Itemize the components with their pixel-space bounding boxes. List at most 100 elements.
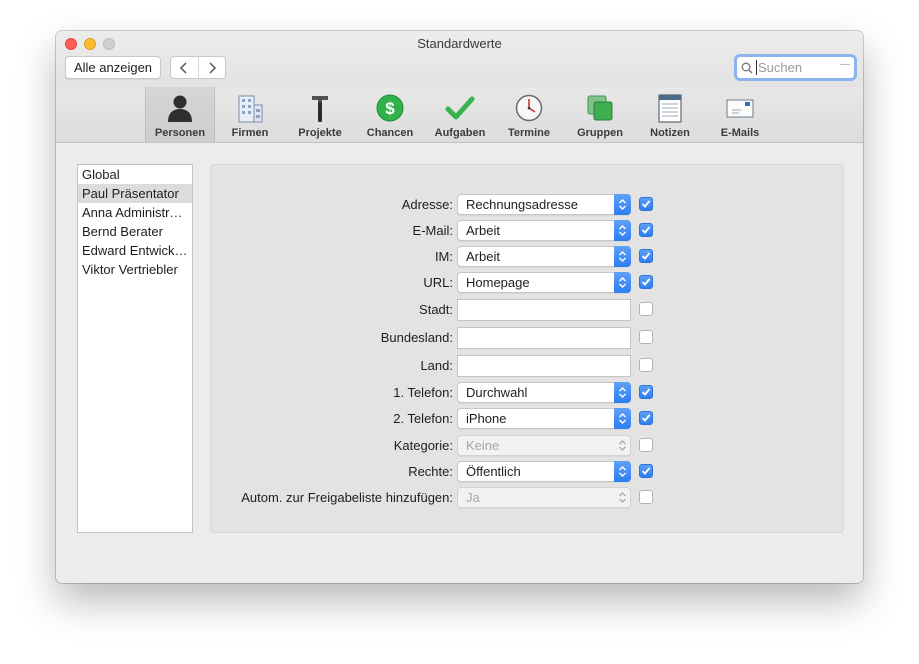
- field-label: URL:: [423, 275, 453, 290]
- kategorie-popup: Keine: [457, 435, 631, 456]
- user-list-item[interactable]: Viktor Vertriebler: [78, 260, 192, 279]
- checkmark-icon: [641, 467, 651, 475]
- checkmark-icon: [641, 278, 651, 286]
- user-list-item[interactable]: Anna Administr…: [78, 203, 192, 222]
- telefon-2-checkbox[interactable]: [639, 411, 653, 425]
- form-row-im: IM: Arbeit: [211, 246, 845, 268]
- form-row-url: URL: Homepage: [211, 272, 845, 294]
- tab-aufgaben[interactable]: Aufgaben: [428, 87, 492, 142]
- telefon-1-popup[interactable]: Durchwahl: [457, 382, 631, 403]
- field-label: 1. Telefon:: [393, 385, 453, 400]
- adresse-popup[interactable]: Rechnungsadresse: [457, 194, 631, 215]
- rechte-popup[interactable]: Öffentlich: [457, 461, 631, 482]
- form-row-freigabeliste: Autom. zur Freigabeliste hinzufügen: Ja: [211, 487, 845, 509]
- user-list-item[interactable]: Global: [78, 165, 192, 184]
- defaults-panel: Adresse: Rechnungsadresse E-Mail: Arbeit…: [210, 164, 844, 533]
- popup-value: Keine: [466, 438, 500, 453]
- tab-notizen[interactable]: Notizen: [640, 87, 700, 142]
- popup-value: Ja: [466, 490, 480, 505]
- land-field[interactable]: [457, 355, 631, 377]
- stadt-field[interactable]: [457, 299, 631, 321]
- url-checkbox[interactable]: [639, 275, 653, 289]
- tab-projekte[interactable]: Projekte: [288, 87, 352, 142]
- adresse-checkbox[interactable]: [639, 197, 653, 211]
- freigabeliste-checkbox[interactable]: [639, 490, 653, 504]
- checkmark-icon: [641, 414, 651, 422]
- field-label: Rechte:: [408, 464, 453, 479]
- search-input[interactable]: Suchen: [756, 60, 802, 75]
- clock-icon: [513, 92, 545, 124]
- tab-personen[interactable]: Personen: [145, 87, 215, 142]
- notes-icon: [654, 92, 686, 124]
- forward-button[interactable]: [199, 57, 226, 78]
- user-list-item[interactable]: Bernd Berater: [78, 222, 192, 241]
- field-label: E-Mail:: [412, 223, 453, 238]
- title-bar: Standardwerte Alle anzeigen Suchen: [56, 31, 863, 87]
- tab-termine-label: Termine: [508, 127, 550, 139]
- field-label: Kategorie:: [393, 438, 453, 453]
- user-list-item[interactable]: Edward Entwick…: [78, 241, 192, 260]
- bundesland-checkbox[interactable]: [639, 330, 653, 344]
- stadt-checkbox[interactable]: [639, 302, 653, 316]
- updown-arrows-icon: [614, 220, 631, 241]
- field-label: Land:: [420, 358, 453, 373]
- popup-value: Durchwahl: [466, 385, 528, 400]
- popup-value: Homepage: [466, 275, 530, 290]
- tab-firmen[interactable]: Firmen: [222, 87, 278, 142]
- field-label: Adresse:: [401, 197, 453, 212]
- tab-gruppen[interactable]: Gruppen: [568, 87, 632, 142]
- popup-value: Rechnungsadresse: [466, 197, 579, 212]
- envelope-icon: [724, 92, 756, 124]
- user-list: Global Paul Präsentator Anna Administr… …: [77, 164, 193, 533]
- updown-arrows-icon: [614, 382, 631, 403]
- tab-projekte-label: Projekte: [298, 127, 342, 139]
- search-cancel-icon[interactable]: [840, 64, 850, 65]
- tab-emails-label: E-Mails: [720, 127, 760, 139]
- person-icon: [164, 92, 196, 124]
- preferences-window: Standardwerte Alle anzeigen Suchen Perso…: [56, 31, 863, 583]
- telefon-1-checkbox[interactable]: [639, 385, 653, 399]
- form-row-kategorie: Kategorie: Keine: [211, 435, 845, 457]
- bundesland-field[interactable]: [457, 327, 631, 349]
- checkmark-icon: [641, 200, 651, 208]
- rechte-checkbox[interactable]: [639, 464, 653, 478]
- field-label: IM:: [434, 249, 453, 264]
- land-checkbox[interactable]: [639, 358, 653, 372]
- search-icon: [741, 62, 753, 73]
- im-popup[interactable]: Arbeit: [457, 246, 631, 267]
- tab-chancen-label: Chancen: [366, 127, 414, 139]
- tab-chancen[interactable]: $ Chancen: [358, 87, 422, 142]
- checkmark-icon: [641, 388, 651, 396]
- url-popup[interactable]: Homepage: [457, 272, 631, 293]
- checkmark-icon: [641, 252, 651, 260]
- im-checkbox[interactable]: [639, 249, 653, 263]
- updown-arrows-icon: [614, 246, 631, 267]
- tab-termine[interactable]: Termine: [499, 87, 559, 142]
- telefon-2-popup[interactable]: iPhone: [457, 408, 631, 429]
- freigabeliste-popup: Ja: [457, 487, 631, 508]
- updown-arrows-icon: [614, 435, 631, 456]
- search-field[interactable]: Suchen: [734, 54, 857, 81]
- updown-arrows-icon: [614, 461, 631, 482]
- user-list-item-selected[interactable]: Paul Präsentator: [78, 184, 192, 203]
- preferences-toolbar: Personen Firmen Projekte $ Chancen Aufga…: [56, 87, 863, 143]
- popup-value: Arbeit: [466, 223, 500, 238]
- tab-notizen-label: Notizen: [650, 127, 690, 139]
- checkmark-icon: [444, 92, 476, 124]
- updown-arrows-icon: [614, 194, 631, 215]
- form-row-telefon-1: 1. Telefon: Durchwahl: [211, 382, 845, 404]
- show-all-button[interactable]: Alle anzeigen: [65, 56, 161, 79]
- field-label: Bundesland:: [380, 330, 453, 345]
- checkmark-icon: [641, 226, 651, 234]
- tab-emails[interactable]: E-Mails: [710, 87, 770, 142]
- kategorie-checkbox[interactable]: [639, 438, 653, 452]
- form-row-email: E-Mail: Arbeit: [211, 220, 845, 242]
- hammer-icon: [304, 92, 336, 124]
- email-checkbox[interactable]: [639, 223, 653, 237]
- back-forward-control: [170, 56, 226, 79]
- building-icon: [234, 92, 266, 124]
- groups-icon: [584, 92, 616, 124]
- form-row-stadt: Stadt:: [211, 299, 845, 321]
- back-button[interactable]: [171, 57, 199, 78]
- email-popup[interactable]: Arbeit: [457, 220, 631, 241]
